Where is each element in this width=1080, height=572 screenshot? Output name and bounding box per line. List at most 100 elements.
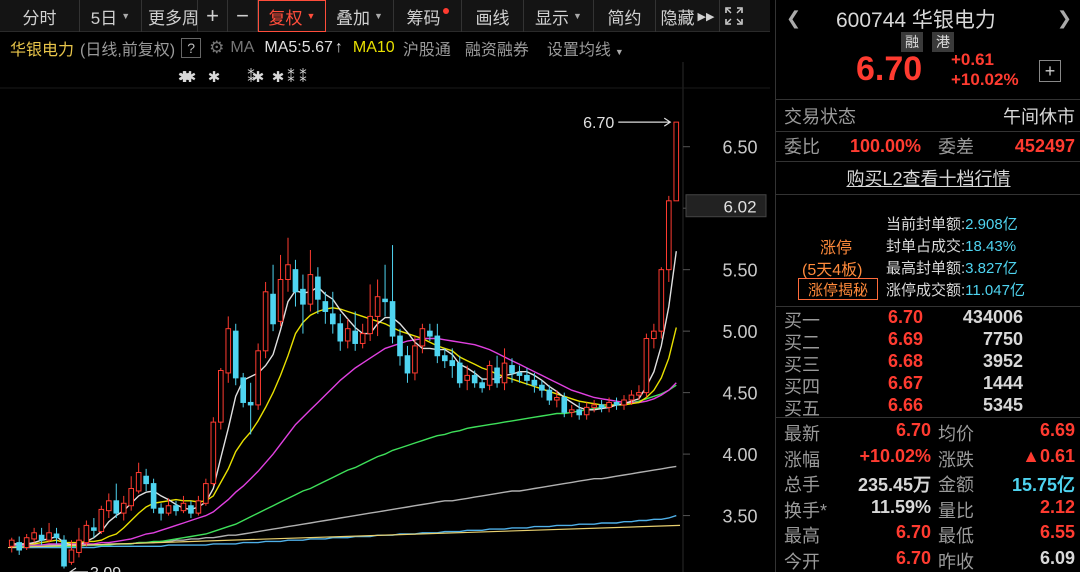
- seal-row: 当前封单额:2.908亿: [886, 216, 1018, 233]
- event-marker-icon[interactable]: ⁑: [299, 67, 307, 86]
- hk-connect-link[interactable]: 沪股通: [403, 36, 451, 60]
- current-price-tag-label: 6.02: [723, 198, 756, 217]
- candle-body: [173, 505, 179, 512]
- dropdown-arrow-icon: ▼: [573, 11, 582, 21]
- help-button[interactable]: ?: [181, 38, 202, 58]
- bid-row[interactable]: 买一 6.70 434006: [776, 307, 1080, 331]
- zoom-in-button[interactable]: +: [198, 0, 228, 32]
- stat-value: 6.09: [1039, 547, 1075, 568]
- candle-body: [359, 333, 366, 344]
- candle-body: [38, 534, 45, 541]
- candle-body: [539, 384, 545, 391]
- candle-body: [128, 488, 135, 507]
- candle-body: [591, 404, 597, 408]
- gear-icon[interactable]: ⚙: [209, 38, 224, 58]
- candlestick-chart[interactable]: 6.506.005.505.004.504.003.506.026.703.09…: [0, 62, 770, 572]
- margin-trading-link[interactable]: 融资融券: [465, 36, 529, 60]
- candle-body: [113, 500, 120, 514]
- candle-body: [83, 524, 90, 544]
- chips-button[interactable]: 筹码: [394, 0, 462, 32]
- expand-button[interactable]: [720, 0, 748, 32]
- candle-body: [135, 472, 142, 492]
- candle-body: [568, 409, 575, 413]
- candle-body: [337, 323, 344, 342]
- display-dropdown[interactable]: 显示 ▼: [524, 0, 594, 32]
- candle-body: [479, 382, 485, 389]
- stat-label: 最新: [784, 424, 820, 444]
- candle-body: [270, 293, 276, 325]
- y-tick-label: 5.50: [722, 261, 757, 281]
- event-marker-icon[interactable]: ✱: [208, 68, 221, 86]
- next-stock-icon[interactable]: ❯: [1057, 8, 1072, 29]
- stat-row: 涨幅 +10.02% 涨跌 ▲0.61: [776, 446, 1080, 471]
- candle-body: [31, 532, 37, 540]
- bid-row[interactable]: 买五 6.66 5345: [776, 395, 1080, 419]
- price-change: +0.61: [951, 50, 995, 69]
- bid-price: 6.68: [888, 351, 924, 371]
- seal-row: 封单占成交:18.43%: [886, 238, 1017, 255]
- candle-body: [68, 549, 75, 563]
- candle-body: [434, 335, 441, 357]
- limit-up-info: 涨停 (5天4板) 涨停揭秘 当前封单额:2.908亿 封单占成交:18.43%…: [776, 196, 1080, 304]
- stat-value: 11.59%: [870, 496, 931, 517]
- candle-body: [613, 401, 620, 406]
- event-marker-icon[interactable]: ✱: [252, 68, 265, 86]
- event-marker-icon[interactable]: ✱: [184, 68, 197, 86]
- bid-row[interactable]: 买三 6.68 3952: [776, 351, 1080, 375]
- stat-label: 换手*: [784, 500, 828, 521]
- stat-row: 今开 6.70 昨收 6.09: [776, 548, 1080, 572]
- candle-body: [427, 330, 433, 337]
- stat-label: 均价: [938, 424, 974, 444]
- stat-label: 金额: [938, 475, 974, 495]
- draw-line-button[interactable]: 画线: [462, 0, 524, 32]
- prev-stock-icon[interactable]: ❮: [786, 8, 801, 29]
- candle-body: [471, 374, 478, 384]
- stat-value: +10.02%: [859, 445, 931, 466]
- stock-name-label: 华银电力: [10, 42, 75, 59]
- adjust-rights-dropdown[interactable]: 复权 ▼: [258, 0, 326, 32]
- bid-price: 6.66: [888, 395, 924, 415]
- simple-mode-button[interactable]: 简约: [594, 0, 656, 32]
- stat-value: 6.70: [895, 420, 931, 440]
- candle-body: [673, 121, 680, 202]
- candle-body: [300, 288, 306, 305]
- tab-5day[interactable]: 5日 ▼: [80, 0, 142, 32]
- candle-body: [382, 298, 388, 303]
- limit-up-reveal-button[interactable]: 涨停揭秘: [798, 278, 878, 300]
- price-change-pct: +10.02%: [951, 70, 1019, 89]
- candle-body: [344, 328, 351, 342]
- hide-button[interactable]: 隐藏 ▶▶: [656, 0, 720, 32]
- tab-more-periods[interactable]: 更多周: [142, 0, 198, 32]
- trade-status-value: 午间休市: [1003, 107, 1075, 127]
- limit-up-days: (5天4板): [802, 262, 863, 279]
- divider: [776, 99, 1080, 100]
- candle-body: [389, 301, 396, 337]
- zoom-out-button[interactable]: −: [228, 0, 258, 32]
- candle-body: [240, 377, 247, 403]
- event-marker-icon[interactable]: ⁑: [287, 67, 295, 86]
- candle-body: [352, 330, 359, 344]
- candle-body: [16, 542, 23, 551]
- dropdown-arrow-icon: ▼: [614, 47, 624, 57]
- candle-body: [292, 269, 299, 293]
- stat-label: 昨收: [938, 551, 974, 572]
- overlay-dropdown[interactable]: 叠加 ▼: [326, 0, 394, 32]
- candle-body: [456, 362, 463, 384]
- l2-purchase-link[interactable]: 购买L2查看十档行情: [776, 164, 1080, 192]
- tab-intraday[interactable]: 分时: [0, 0, 80, 32]
- max-price-arrow: [618, 117, 672, 127]
- stat-label: 今开: [784, 551, 820, 572]
- candle-body: [61, 539, 67, 567]
- ma-settings-dropdown[interactable]: 设置均线 ▼: [547, 36, 624, 60]
- candle-body: [524, 374, 530, 381]
- candle-body: [553, 397, 560, 401]
- bid-volume: 434006: [962, 307, 1023, 327]
- event-marker-icon[interactable]: ✱: [272, 68, 285, 86]
- limit-up-label: 涨停: [820, 240, 853, 257]
- candle-body: [203, 483, 209, 504]
- stat-row: 总手 235.45万 金额 15.75亿: [776, 471, 1080, 496]
- add-watchlist-button[interactable]: +: [1039, 60, 1061, 82]
- bid-volume: 7750: [982, 329, 1023, 349]
- bid-row[interactable]: 买四 6.67 1444: [776, 373, 1080, 397]
- bid-row[interactable]: 买二 6.69 7750: [776, 329, 1080, 353]
